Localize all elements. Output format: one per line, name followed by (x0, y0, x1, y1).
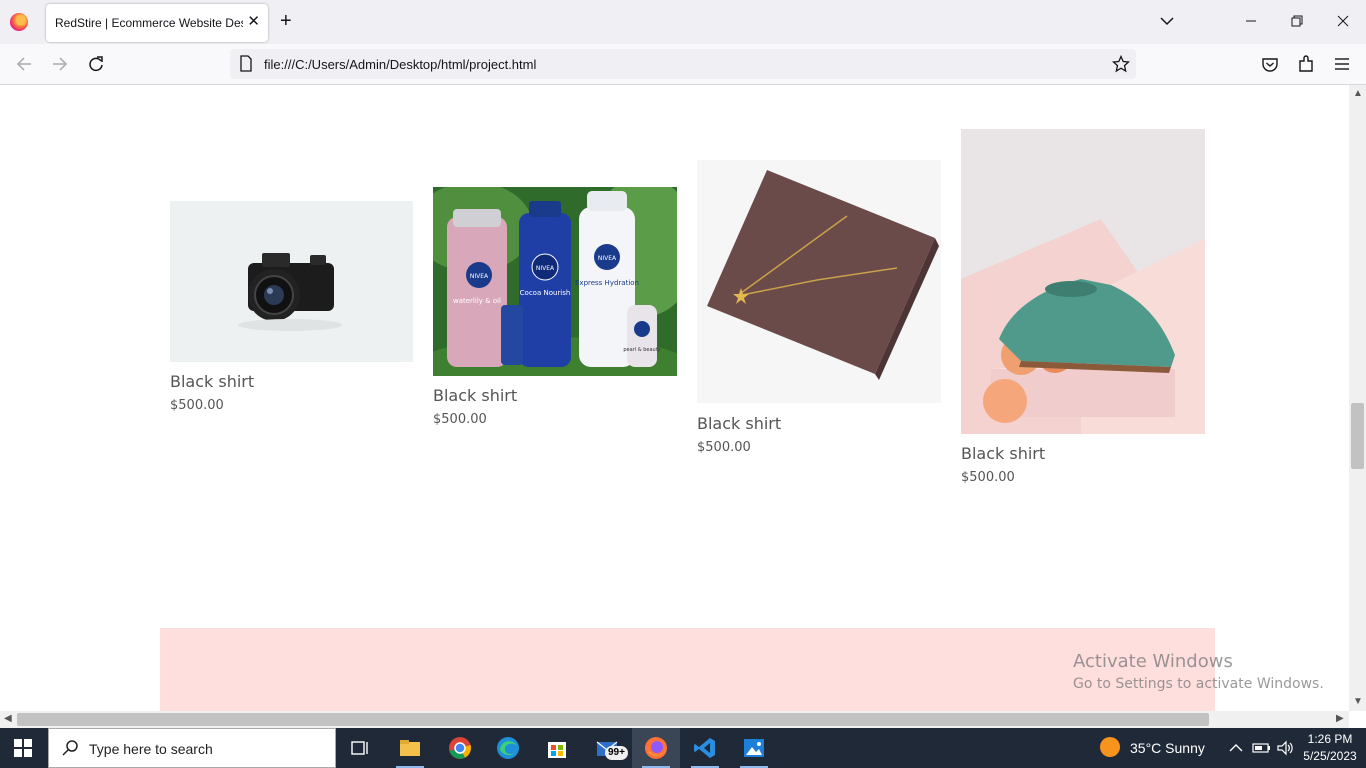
necklace-box-image (707, 170, 939, 380)
product-name[interactable]: Black shirt (433, 386, 517, 405)
url-text[interactable]: file:///C:/Users/Admin/Desktop/html/proj… (264, 57, 536, 72)
page-viewport: Black shirt $500.00 NIVEA waterlily & oi… (0, 85, 1349, 711)
vertical-scrollbar[interactable]: ▲ ▼ (1349, 85, 1366, 711)
clock-time: 1:26 PM (1307, 732, 1353, 746)
activate-subtitle: Go to Settings to activate Windows. (1073, 676, 1324, 692)
taskbar-search-box[interactable]: Type here to search (48, 728, 336, 768)
product-price: $500.00 (961, 470, 1015, 485)
product-price: $500.00 (697, 440, 751, 455)
offer-banner (160, 628, 1215, 711)
product-name[interactable]: Black shirt (697, 414, 781, 433)
edge-button[interactable] (484, 728, 532, 768)
product-price: $500.00 (170, 398, 224, 413)
folder-icon (400, 740, 420, 756)
show-hidden-icons-chevron-icon[interactable] (1228, 741, 1244, 755)
activate-windows-watermark: Activate Windows Go to Settings to activ… (1073, 651, 1324, 692)
mail-badge: 99+ (605, 746, 628, 760)
product-price: $500.00 (433, 412, 487, 427)
activate-title: Activate Windows (1073, 651, 1233, 672)
task-view-icon (351, 741, 368, 755)
weather-sun-icon[interactable] (1100, 737, 1120, 757)
back-icon[interactable] (15, 55, 33, 73)
product-image-necklace[interactable] (697, 160, 941, 403)
microsoft-store-button[interactable] (533, 728, 581, 768)
close-window-icon[interactable] (1334, 12, 1352, 30)
firefox-taskbar-icon (645, 737, 667, 759)
tab-bar: RedStire | Ecommerce Website Design ✕ + (0, 0, 1366, 44)
file-explorer-button[interactable] (386, 728, 434, 768)
vscode-icon (694, 738, 715, 758)
vscode-button[interactable] (681, 728, 729, 768)
edge-icon (497, 737, 519, 759)
nivea-products-image: NIVEA waterlily & oil NIVEA Cocoa Nouris… (433, 187, 677, 376)
camera-icon (238, 253, 342, 331)
product-image-shoe[interactable] (961, 129, 1205, 434)
search-icon (62, 740, 78, 756)
restore-icon[interactable] (1288, 12, 1306, 30)
product-name[interactable]: Black shirt (961, 444, 1045, 463)
nivea-brand-text-1: NIVEA (470, 273, 489, 280)
list-all-tabs-icon[interactable] (1158, 12, 1176, 30)
reload-icon[interactable] (87, 55, 105, 73)
waterlily-label: waterlily & oil (453, 297, 501, 305)
page-icon (240, 55, 252, 72)
pocket-icon[interactable] (1261, 55, 1279, 73)
tab-active[interactable]: RedStire | Ecommerce Website Design ✕ (46, 4, 268, 42)
scroll-left-arrow-icon[interactable]: ◀ (4, 714, 12, 724)
chrome-icon (449, 737, 471, 759)
express-label: Express Hydration (575, 279, 639, 287)
clock-date: 5/25/2023 (1303, 749, 1357, 763)
scroll-up-arrow-icon[interactable]: ▲ (1353, 89, 1363, 99)
url-bar[interactable]: file:///C:/Users/Admin/Desktop/html/proj… (230, 49, 1136, 79)
product-name[interactable]: Black shirt (170, 372, 254, 391)
extensions-icon[interactable] (1297, 55, 1315, 73)
close-tab-icon[interactable]: ✕ (247, 13, 260, 31)
forward-icon[interactable] (51, 55, 69, 73)
volume-icon[interactable] (1276, 740, 1294, 756)
search-placeholder: Type here to search (89, 741, 213, 757)
horizontal-scrollbar[interactable]: ◀ ▶ (0, 711, 1349, 728)
product-image-camera[interactable] (170, 201, 413, 362)
store-icon (548, 742, 566, 758)
navigation-toolbar: file:///C:/Users/Admin/Desktop/html/proj… (0, 44, 1366, 85)
photos-button[interactable] (730, 728, 778, 768)
horizontal-scroll-thumb[interactable] (17, 713, 1209, 726)
new-tab-button[interactable]: + (280, 10, 292, 32)
nivea-brand-text-3: NIVEA (598, 255, 617, 262)
vertical-scroll-thumb[interactable] (1351, 403, 1364, 469)
windows-taskbar: Type here to search 99+ 35°C Sunny 1:26 … (0, 728, 1366, 768)
product-image-nivea[interactable]: NIVEA waterlily & oil NIVEA Cocoa Nouris… (433, 187, 677, 376)
minimize-icon[interactable] (1242, 12, 1260, 30)
battery-icon[interactable] (1252, 741, 1272, 755)
firefox-taskbar-button[interactable] (632, 728, 680, 768)
task-view-button[interactable] (336, 728, 384, 768)
system-clock[interactable]: 1:26 PM 5/25/2023 (1300, 731, 1360, 765)
chrome-button[interactable] (436, 728, 484, 768)
menu-hamburger-icon[interactable] (1333, 55, 1351, 73)
weather-text[interactable]: 35°C Sunny (1130, 740, 1205, 756)
firefox-icon[interactable] (10, 13, 28, 31)
windows-start-icon[interactable] (14, 739, 32, 757)
green-shoe-image (961, 219, 1205, 434)
pearl-label: pearl & beauty (623, 347, 660, 353)
scroll-right-arrow-icon[interactable]: ▶ (1336, 714, 1344, 724)
mail-button[interactable]: 99+ (583, 728, 631, 768)
scroll-down-arrow-icon[interactable]: ▼ (1353, 697, 1363, 707)
nivea-brand-text-2: NIVEA (536, 265, 555, 272)
tab-title: RedStire | Ecommerce Website Design (55, 16, 243, 30)
bookmark-star-icon[interactable] (1112, 55, 1130, 73)
cocoa-label: Cocoa Nourish (520, 289, 571, 297)
photos-icon (744, 739, 764, 757)
